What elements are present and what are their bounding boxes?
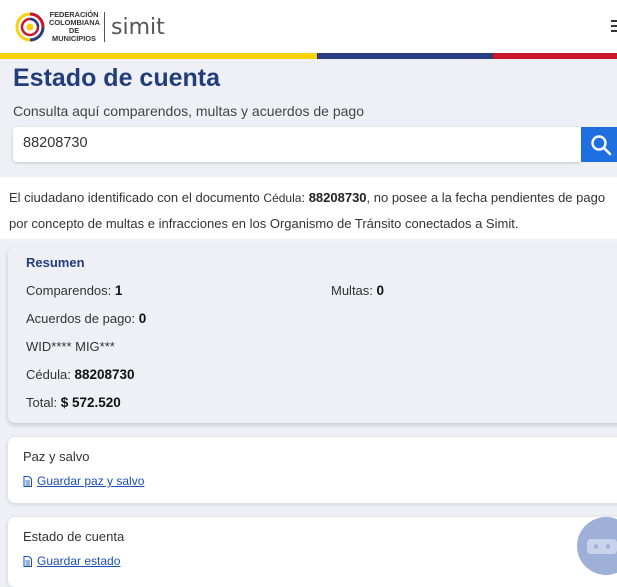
save-estado-link[interactable]: Guardar estado <box>23 554 120 568</box>
cedula-label: Cédula: <box>26 367 71 382</box>
result-message: El ciudadano identificado con el documen… <box>9 185 615 237</box>
search-box <box>13 127 581 162</box>
page-title: Estado de cuenta <box>13 64 220 92</box>
multas-label: Multas: <box>331 283 373 298</box>
cedula-line: Cédula: 88208730 <box>26 367 135 382</box>
message-part-1: El ciudadano identificado con el documen… <box>9 190 264 205</box>
message-doc-number: 88208730 <box>308 190 367 205</box>
paz-y-salvo-card: Paz y salvo Guardar paz y salvo <box>8 437 617 503</box>
save-paz-y-salvo-link[interactable]: Guardar paz y salvo <box>23 474 144 488</box>
estado-de-cuenta-card: Estado de cuenta Guardar estado <box>8 517 617 587</box>
top-header: FEDERACIÓN COLOMBIANA DE MUNICIPIOS simi… <box>0 0 617 53</box>
page-subtitle: Consulta aquí comparendos, multas y acue… <box>13 103 364 119</box>
comparendos-value: 1 <box>114 283 123 298</box>
search-input[interactable] <box>23 135 563 151</box>
chatbot-icon <box>587 539 617 554</box>
logo-line-3: DE MUNICIPIOS <box>52 26 96 43</box>
citizen-name: WID**** MIG*** <box>26 339 115 354</box>
hamburger-menu-icon[interactable] <box>611 20 617 34</box>
total-label: Total: <box>26 395 58 410</box>
flag-blue <box>317 53 493 59</box>
fcm-simit-logo[interactable]: FEDERACIÓN COLOMBIANA DE MUNICIPIOS simi… <box>15 10 165 44</box>
cedula-value: 88208730 <box>74 367 135 382</box>
message-colon: : <box>301 190 306 205</box>
document-icon <box>23 475 32 487</box>
summary-title: Resumen <box>26 255 85 270</box>
logo-divider <box>104 12 105 42</box>
simit-brand: simit <box>111 14 165 40</box>
multas-line: Multas: 0 <box>331 283 384 298</box>
total-line: Total: $ 572.520 <box>26 395 121 410</box>
save-paz-y-salvo-label[interactable]: Guardar paz y salvo <box>37 474 144 488</box>
acuerdos-value: 0 <box>138 311 147 326</box>
search-icon <box>591 135 612 156</box>
flag-red <box>493 53 617 59</box>
acuerdos-line: Acuerdos de pago: 0 <box>26 311 146 326</box>
message-doc-type: Cédula <box>263 191 302 205</box>
comparendos-label: Comparendos: <box>26 283 112 298</box>
document-icon <box>23 555 32 567</box>
paz-y-salvo-title: Paz y salvo <box>23 449 90 464</box>
save-estado-label[interactable]: Guardar estado <box>37 554 120 568</box>
total-value: $ 572.520 <box>60 395 121 410</box>
estado-de-cuenta-title: Estado de cuenta <box>23 529 125 544</box>
comparendos-line: Comparendos: 1 <box>26 283 122 298</box>
flag-yellow <box>0 53 317 59</box>
fcm-logo-icon <box>15 12 45 42</box>
multas-value: 0 <box>376 283 385 298</box>
flag-stripe <box>0 53 617 59</box>
fcm-logo-text: FEDERACIÓN COLOMBIANA DE MUNICIPIOS <box>49 11 100 43</box>
acuerdos-label: Acuerdos de pago: <box>26 311 136 326</box>
search-button[interactable] <box>581 127 617 162</box>
